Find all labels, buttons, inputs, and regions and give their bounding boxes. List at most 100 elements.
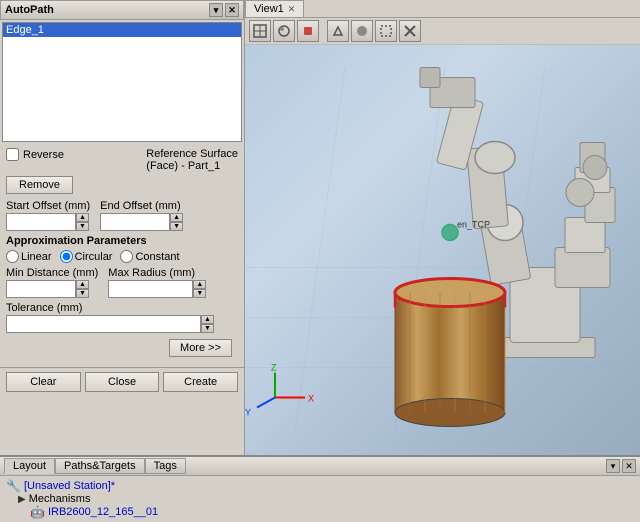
ref-surface-value: (Face) - Part_1 <box>146 160 238 172</box>
min-dist-arrows: ▲ ▼ <box>76 280 89 298</box>
start-offset-down[interactable]: ▼ <box>76 222 89 231</box>
clear-button[interactable]: Clear <box>6 372 81 392</box>
end-offset-spinbox: 0.00 ▲ ▼ <box>100 213 183 231</box>
min-dist-up[interactable]: ▲ <box>76 280 89 289</box>
tree-station: 🔧 [Unsaved Station]* <box>6 479 634 493</box>
create-button[interactable]: Create <box>163 372 238 392</box>
toolbar-btn-7[interactable] <box>399 20 421 42</box>
end-offset-group: End Offset (mm) 0.00 ▲ ▼ <box>100 200 183 231</box>
autopath-title: AutoPath <box>5 4 209 16</box>
view-header: View1 ✕ <box>245 0 640 18</box>
robot-link[interactable]: IRB2600_12_165__01 <box>48 506 158 518</box>
max-radius-spinbox: 100000.00 ▲ ▼ <box>108 280 206 298</box>
view-canvas[interactable]: en_TCP <box>245 45 640 455</box>
approx-title: Approximation Parameters <box>6 235 238 247</box>
radio-circular[interactable]: Circular <box>60 250 113 263</box>
view-tab-close[interactable]: ✕ <box>288 4 296 15</box>
svg-text:Z: Z <box>271 363 277 373</box>
more-button[interactable]: More >> <box>169 339 232 357</box>
bottom-close-icon[interactable]: ✕ <box>622 459 636 473</box>
max-radius-arrows: ▲ ▼ <box>193 280 206 298</box>
radio-linear-input[interactable] <box>6 250 19 263</box>
tolerance-input[interactable]: 1.00 <box>6 315 201 333</box>
toolbar-btn-1[interactable] <box>249 20 271 42</box>
start-offset-spinbox: 0.00 ▲ ▼ <box>6 213 90 231</box>
bottom-tabs: Layout Paths&Targets Tags <box>4 458 186 474</box>
edge-item[interactable]: Edge_1 <box>3 23 241 37</box>
edge-list[interactable]: Edge_1 <box>2 22 242 142</box>
toolbar-btn-3[interactable] <box>297 20 319 42</box>
bottom-icons: ▾ ✕ <box>606 459 636 473</box>
end-offset-label: End Offset (mm) <box>100 200 183 212</box>
remove-button[interactable]: Remove <box>6 176 73 194</box>
robot-scene: en_TCP <box>245 45 640 455</box>
toolbar-btn-5[interactable] <box>351 20 373 42</box>
panel-controls: Reverse Reference Surface (Face) - Part_… <box>0 144 244 367</box>
top-section: AutoPath ▾ ✕ Edge_1 Reverse Referenc <box>0 0 640 455</box>
toolbar-btn-2[interactable] <box>273 20 295 42</box>
reverse-checkbox[interactable] <box>6 148 19 161</box>
bottom-pin-icon[interactable]: ▾ <box>606 459 620 473</box>
radio-linear-label: Linear <box>21 251 52 263</box>
station-link[interactable]: [Unsaved Station]* <box>24 480 115 492</box>
mechanisms-expand[interactable]: ▶ <box>18 494 26 505</box>
end-offset-input[interactable]: 0.00 <box>100 213 170 231</box>
radio-row: Linear Circular Constant <box>6 250 238 263</box>
radio-circular-label: Circular <box>75 251 113 263</box>
tolerance-down[interactable]: ▼ <box>201 324 214 333</box>
view-tab-label: View1 <box>254 3 284 15</box>
reverse-label: Reverse <box>23 149 64 161</box>
start-offset-input[interactable]: 0.00 <box>6 213 76 231</box>
toolbar-btn-4[interactable] <box>327 20 349 42</box>
svg-text:Y: Y <box>245 408 251 418</box>
ref-surface-group: Reference Surface (Face) - Part_1 <box>146 148 238 172</box>
radio-constant[interactable]: Constant <box>120 250 179 263</box>
tab-layout[interactable]: Layout <box>4 458 55 474</box>
close-panel-icon[interactable]: ✕ <box>225 3 239 17</box>
tab-paths[interactable]: Paths&Targets <box>55 458 145 474</box>
min-dist-label: Min Distance (mm) <box>6 267 98 279</box>
tolerance-spinbox: 1.00 ▲ ▼ <box>6 315 238 333</box>
radio-constant-input[interactable] <box>120 250 133 263</box>
radio-linear[interactable]: Linear <box>6 250 52 263</box>
radio-circular-input[interactable] <box>60 250 73 263</box>
end-offset-arrows: ▲ ▼ <box>170 213 183 231</box>
radio-constant-label: Constant <box>135 251 179 263</box>
svg-text:X: X <box>308 394 314 404</box>
max-radius-label: Max Radius (mm) <box>108 267 206 279</box>
min-dist-group: Min Distance (mm) 3.00 ▲ ▼ <box>6 267 98 298</box>
min-dist-spinbox: 3.00 ▲ ▼ <box>6 280 98 298</box>
view-panel: View1 ✕ <box>245 0 640 455</box>
start-offset-group: Start Offset (mm) 0.00 ▲ ▼ <box>6 200 90 231</box>
max-radius-input[interactable]: 100000.00 <box>108 280 193 298</box>
ref-surface-label: Reference Surface <box>146 148 238 160</box>
bottom-header: Layout Paths&Targets Tags ▾ ✕ <box>0 457 640 476</box>
close-button[interactable]: Close <box>85 372 160 392</box>
tolerance-up[interactable]: ▲ <box>201 315 214 324</box>
start-offset-label: Start Offset (mm) <box>6 200 90 212</box>
end-offset-up[interactable]: ▲ <box>170 213 183 222</box>
max-radius-down[interactable]: ▼ <box>193 289 206 298</box>
tolerance-arrows: ▲ ▼ <box>201 315 214 333</box>
more-btn-row: More >> <box>6 339 238 357</box>
max-radius-up[interactable]: ▲ <box>193 280 206 289</box>
autopath-header: AutoPath ▾ ✕ <box>0 0 244 20</box>
tab-tags[interactable]: Tags <box>145 458 186 474</box>
min-dist-input[interactable]: 3.00 <box>6 280 76 298</box>
end-offset-down[interactable]: ▼ <box>170 222 183 231</box>
tolerance-group: Tolerance (mm) 1.00 ▲ ▼ <box>6 302 238 333</box>
svg-text:en_TCP: en_TCP <box>457 220 490 230</box>
view-tab[interactable]: View1 ✕ <box>245 0 304 17</box>
offset-row: Start Offset (mm) 0.00 ▲ ▼ End Offset (m… <box>6 200 238 231</box>
view-toolbar <box>245 18 640 45</box>
start-offset-up[interactable]: ▲ <box>76 213 89 222</box>
reverse-row: Reverse <box>6 148 64 161</box>
pin-icon[interactable]: ▾ <box>209 3 223 17</box>
robot-icon: 🤖 <box>30 505 45 519</box>
tree-mechanisms: ▶ Mechanisms <box>6 493 634 505</box>
main-layout: AutoPath ▾ ✕ Edge_1 Reverse Referenc <box>0 0 640 515</box>
min-dist-down[interactable]: ▼ <box>76 289 89 298</box>
toolbar-btn-6[interactable] <box>375 20 397 42</box>
tolerance-label: Tolerance (mm) <box>6 302 238 314</box>
tree-robot: 🤖 IRB2600_12_165__01 <box>6 505 634 519</box>
